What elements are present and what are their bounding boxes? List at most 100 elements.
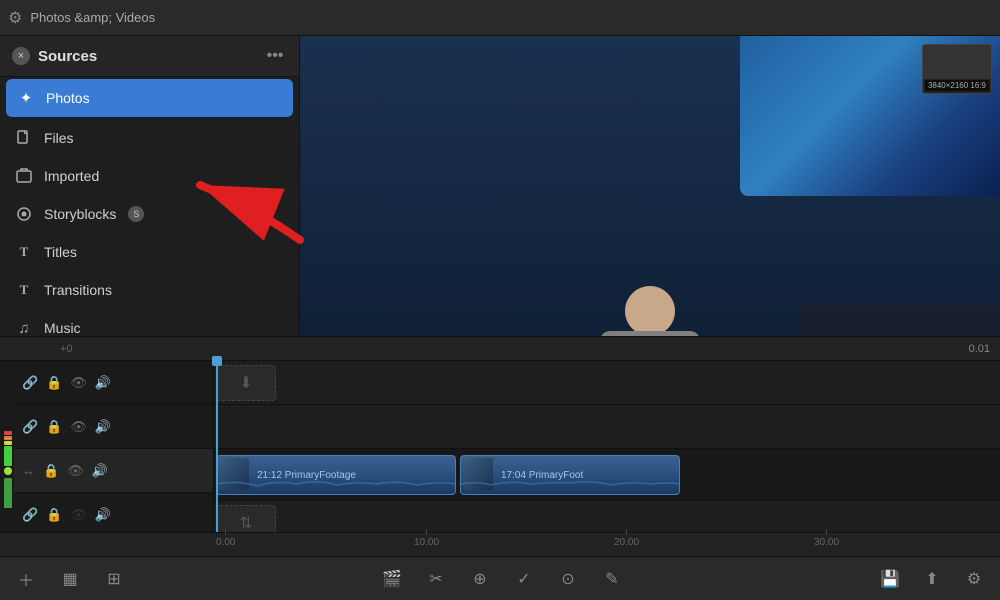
insert-button[interactable]: ⊕ (466, 565, 494, 593)
save-button[interactable]: 💾 (876, 565, 904, 593)
music-icon: ♫ (14, 318, 34, 338)
imported-icon (14, 166, 34, 186)
grid-button[interactable]: ▦ (56, 565, 84, 593)
ruler-label-0: 0.00 (216, 537, 235, 548)
track-control-4: 🔗 🔒 👁 🔊 (14, 493, 213, 537)
placeholder-icon-1: ⬇ (239, 373, 252, 393)
lock-icon-2[interactable]: 🔒 (46, 419, 62, 435)
eye-icon-3[interactable]: 👁 (67, 463, 84, 479)
clip-button[interactable]: 🎬 (378, 565, 406, 593)
playhead[interactable] (216, 361, 218, 532)
ruler-mark-3: 30.00 (814, 529, 839, 548)
lock-icon-4[interactable]: 🔒 (46, 507, 62, 523)
eye-icon-1[interactable]: 👁 (70, 375, 87, 391)
vol-yellow (4, 441, 12, 445)
vol-green-low (4, 478, 12, 508)
vol-red (4, 431, 12, 435)
source-item-imported[interactable]: Imported (0, 157, 299, 195)
sources-header-left: × Sources (12, 47, 97, 65)
source-item-titles[interactable]: T Titles (0, 233, 299, 271)
link-icon-1[interactable]: 🔗 (22, 375, 38, 391)
eye-icon-2[interactable]: 👁 (70, 419, 87, 435)
source-item-photos[interactable]: ✦ Photos (6, 79, 293, 117)
audio-icon-2[interactable]: 🔊 (95, 419, 111, 435)
track-control-1: 🔗 🔒 👁 🔊 (14, 361, 213, 405)
placeholder-icon-4: ⇅ (239, 513, 252, 533)
arrow-icon-3[interactable]: ↔ (22, 463, 35, 478)
pen-button[interactable]: ✎ (598, 565, 626, 593)
bottom-right: 💾 ⬆ ⚙ (876, 565, 988, 593)
files-icon (14, 128, 34, 148)
gear-icon[interactable]: ⚙ (8, 8, 22, 28)
primary-clip-2[interactable]: 17:04 PrimaryFoot (460, 455, 680, 495)
vol-orange (4, 436, 12, 440)
timeline-tracks: 🔗 🔒 👁 🔊 🔗 🔒 👁 🔊 ↔ 🔒 👁 🔊 🔗 🔒 👁 (0, 361, 1000, 532)
ruler-tick-0 (225, 529, 226, 535)
link-icon-2[interactable]: 🔗 (22, 419, 38, 435)
waveform-2 (461, 478, 680, 490)
top-toolbar: ⚙ Photos &amp; Videos (0, 0, 1000, 36)
app-title: Photos &amp; Videos (30, 10, 155, 25)
thumbnail-overlay: 3840×2160 16:9 (922, 44, 992, 94)
ruler-label-3: 30.00 (814, 537, 839, 548)
ruler-tick-1 (426, 529, 427, 535)
cut-button[interactable]: ✂ (422, 565, 450, 593)
bottom-toolbar: ＋ ▦ ⊞ 🎬 ✂ ⊕ ✓ ⊙ ✎ 💾 ⬆ ⚙ (0, 556, 1000, 600)
source-item-storyblocks[interactable]: Storyblocks S (0, 195, 299, 233)
ruler-label-1: 10.00 (414, 537, 439, 548)
volume-bar (4, 385, 12, 508)
circle-button[interactable]: ⊙ (554, 565, 582, 593)
track-row-3: 21:12 PrimaryFootage 17:04 PrimaryFoot (214, 449, 1000, 501)
person-head (625, 286, 675, 336)
track-row-1: ⬇ (214, 361, 1000, 405)
storyblocks-icon (14, 204, 34, 224)
ruler-mark-1: 10.00 (414, 529, 439, 548)
lock-icon-3[interactable]: 🔒 (43, 463, 59, 479)
source-item-transitions[interactable]: T Transitions (0, 271, 299, 309)
track-content: ⬇ 21:12 PrimaryFootage (214, 361, 1000, 532)
sources-menu-button[interactable]: ••• (263, 44, 287, 68)
timeline-area: +0 0.01 🔗 🔒 👁 🔊 🔗 🔒 👁 🔊 (0, 336, 1000, 556)
select-button[interactable]: ✓ (510, 565, 538, 593)
sources-title: Sources (38, 48, 97, 65)
timeline-header: +0 0.01 (0, 337, 1000, 361)
source-label-imported: Imported (44, 168, 99, 184)
source-item-files[interactable]: Files (0, 119, 299, 157)
export-button[interactable]: ⬆ (918, 565, 946, 593)
audio-icon-3[interactable]: 🔊 (92, 463, 108, 479)
tiles-button[interactable]: ⊞ (100, 565, 128, 593)
track-row-2 (214, 405, 1000, 449)
photos-icon: ✦ (16, 88, 36, 108)
link-icon-4[interactable]: 🔗 (22, 507, 38, 523)
ruler-label-2: 20.00 (614, 537, 639, 548)
lock-icon-1[interactable]: 🔒 (46, 375, 62, 391)
ruler-mark-2: 20.00 (614, 529, 639, 548)
storyblocks-badge: S (128, 206, 144, 222)
waveform-1 (217, 478, 456, 490)
thumb-image (923, 45, 991, 79)
track-control-3: ↔ 🔒 👁 🔊 (14, 449, 213, 493)
track-controls: 🔗 🔒 👁 🔊 🔗 🔒 👁 🔊 ↔ 🔒 👁 🔊 🔗 🔒 👁 (14, 361, 214, 532)
placeholder-clip-1[interactable]: ⬇ (216, 365, 276, 401)
sources-close-button[interactable]: × (12, 47, 30, 65)
primary-clip-1[interactable]: 21:12 PrimaryFootage (216, 455, 456, 495)
ruler-tick-3 (826, 529, 827, 535)
source-label-titles: Titles (44, 244, 77, 260)
playhead-head (212, 356, 222, 366)
track-control-2: 🔗 🔒 👁 🔊 (14, 405, 213, 449)
source-label-files: Files (44, 130, 74, 146)
settings-button[interactable]: ⚙ (960, 565, 988, 593)
timeline-start: +0 (60, 343, 73, 355)
titles-icon: T (14, 242, 34, 262)
eye-icon-4: 👁 (70, 507, 87, 523)
vol-indicator (4, 467, 12, 475)
transitions-icon: T (14, 280, 34, 300)
audio-icon-1[interactable]: 🔊 (95, 375, 111, 391)
ruler-mark-0: 0.00 (216, 529, 235, 548)
sources-header: × Sources ••• (0, 36, 299, 77)
source-label-storyblocks: Storyblocks (44, 206, 116, 222)
add-button[interactable]: ＋ (12, 565, 40, 593)
audio-icon-4[interactable]: 🔊 (95, 507, 111, 523)
source-label-photos: Photos (46, 90, 90, 106)
timeline-ruler: 0.00 10.00 20.00 30.00 (0, 532, 1000, 556)
